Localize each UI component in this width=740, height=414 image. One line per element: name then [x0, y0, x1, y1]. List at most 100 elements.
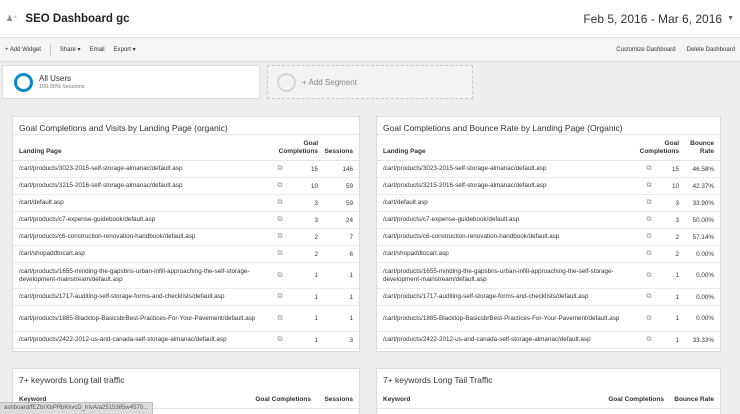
goal-completions-value: 1 — [675, 272, 679, 279]
column-header-sessions[interactable]: Sessions — [318, 148, 353, 156]
table-row: /cart/products/3023-2015-self-storage-al… — [13, 161, 359, 178]
external-link-icon[interactable]: ⧉ — [639, 182, 659, 190]
delete-dashboard-button[interactable]: Delete Dashboard — [687, 47, 735, 53]
date-range-picker[interactable]: Feb 5, 2016 - Mar 6, 2016 ▼ — [583, 12, 734, 26]
external-link-icon[interactable]: ⧉ — [270, 182, 290, 190]
date-range-label: Feb 5, 2016 - Mar 6, 2016 — [583, 11, 723, 26]
landing-page-link[interactable]: /cart/products/c7-expense-guidebook/defa… — [383, 216, 639, 224]
column-header-goal-completions[interactable]: Goal Completions — [639, 140, 679, 156]
dashboard-title: SEO Dashboard gc — [25, 12, 130, 25]
sessions-value: 24 — [345, 216, 353, 224]
landing-page-link[interactable]: /cart/products/1717-auditing-self-storag… — [19, 293, 270, 301]
segment-all-users[interactable]: All Users 100.00% Sessions — [2, 65, 260, 99]
column-header-bounce-rate[interactable]: Bounce Rate — [664, 396, 714, 404]
external-link-icon[interactable]: ⧉ — [270, 233, 290, 241]
column-header-goal-completions[interactable]: Goal Completions — [268, 140, 318, 156]
goal-completions-value: 2 — [314, 250, 318, 258]
table-header: Keyword Goal Completions Bounce Rate — [377, 387, 720, 409]
external-link-icon[interactable]: ⧉ — [639, 250, 659, 258]
landing-page-link[interactable]: /cart/products/2422-2012-us-and-canada-s… — [19, 336, 270, 344]
external-link-icon[interactable]: ⧉ — [270, 199, 290, 207]
rate-value: 0.00% — [696, 293, 714, 301]
landing-page-link[interactable]: /cart/products/3215-2016-self-storage-al… — [383, 182, 639, 190]
table-row: /cart/products/c6-construction-renovatio… — [377, 229, 720, 246]
email-button[interactable]: Email — [90, 47, 105, 53]
export-button[interactable]: Export ▾ — [114, 46, 136, 53]
table-row: /cart/products/2422-2012-us-and-canada-s… — [377, 332, 720, 349]
landing-page-link[interactable]: /cart/products/3215-2016-self-storage-al… — [19, 182, 270, 190]
rate-value: 0.00% — [696, 272, 714, 279]
table-row: /cart/products/3215-2016-self-storage-al… — [377, 178, 720, 195]
sessions-value: 146 — [342, 165, 353, 173]
external-link-icon[interactable]: ⧉ — [639, 165, 659, 173]
landing-page-link[interactable]: /cart/products/c7-expense-guidebook/defa… — [19, 216, 270, 224]
widget-title: Goal Completions and Bounce Rate by Land… — [377, 117, 720, 135]
external-link-icon[interactable]: ⧉ — [639, 199, 659, 207]
landing-page-link[interactable]: /cart/default.asp — [19, 199, 270, 207]
external-link-icon[interactable]: ⧉ — [639, 315, 659, 323]
dashboard-header: ♟⁺ SEO Dashboard gc Feb 5, 2016 - Mar 6,… — [0, 0, 740, 38]
landing-page-link[interactable]: /cart/default.asp — [383, 199, 639, 207]
column-header-goal-completions[interactable]: Goal Completions — [236, 396, 311, 404]
landing-page-link[interactable]: /cart/products/3023-2015-self-storage-al… — [19, 165, 270, 173]
goal-completions-value: 1 — [675, 293, 679, 301]
table-row: /cart/default.asp ⧉ 3 59 — [13, 195, 359, 212]
column-header-keyword[interactable]: Keyword — [383, 396, 586, 404]
landing-page-link[interactable]: /cart/products/1717-auditing-self-storag… — [383, 293, 639, 301]
goal-completions-value: 15 — [671, 165, 679, 173]
sessions-value: 1 — [349, 315, 353, 322]
column-header-goal-completions[interactable]: Goal Completions — [586, 396, 664, 404]
landing-page-link[interactable]: /cart/shopaddtocart.asp — [19, 250, 270, 258]
landing-page-link[interactable]: /cart/products/2422-2012-us-and-canada-s… — [383, 336, 639, 344]
external-link-icon[interactable]: ⧉ — [270, 272, 290, 280]
external-link-icon[interactable]: ⧉ — [270, 250, 290, 258]
goal-completions-value: 2 — [675, 233, 679, 241]
goal-completions-value: 2 — [675, 250, 679, 258]
external-link-icon[interactable]: ⧉ — [639, 233, 659, 241]
rate-value: 50.00% — [692, 216, 714, 224]
landing-page-link[interactable]: /cart/shopaddtocart.asp — [383, 250, 639, 258]
column-header-bounce-rate[interactable]: Bounce Rate — [679, 140, 714, 156]
landing-page-link[interactable]: /cart/products/c6-construction-renovatio… — [383, 233, 639, 241]
segment-ring-icon — [14, 72, 33, 92]
external-link-icon[interactable]: ⧉ — [639, 216, 659, 224]
table-row: /cart/products/c6-construction-renovatio… — [13, 229, 359, 246]
rate-value: 0.00% — [696, 315, 714, 322]
external-link-icon[interactable]: ⧉ — [639, 272, 659, 280]
landing-page-link[interactable]: /cart/products/c6-construction-renovatio… — [19, 233, 270, 241]
goal-completions-value: 1 — [675, 336, 679, 344]
add-segment-button[interactable]: + Add Segment — [267, 65, 473, 99]
table-row: /cart/default.asp ⧉ 3 33.90% — [377, 195, 720, 212]
goal-completions-value: 10 — [310, 182, 318, 190]
widget-visits-by-landing-page: Goal Completions and Visits by Landing P… — [12, 116, 360, 352]
external-link-icon[interactable]: ⧉ — [639, 293, 659, 301]
segment-name: All Users — [39, 74, 72, 83]
landing-page-link[interactable]: /cart/products/1655-minding-the-gapsbris… — [19, 268, 270, 284]
goal-completions-value: 1 — [675, 315, 679, 322]
table-row: /cart/products/1655-minding-the-gapsbris… — [13, 263, 359, 289]
column-header-landing-page[interactable]: Landing Page — [383, 148, 639, 156]
rate-value: 42.37% — [692, 182, 714, 190]
chevron-down-icon: ▼ — [727, 15, 734, 22]
column-header-landing-page[interactable]: Landing Page — [19, 148, 268, 156]
add-widget-button[interactable]: + Add Widget — [5, 47, 41, 53]
table-header: Landing Page Goal Completions Bounce Rat… — [377, 135, 720, 161]
external-link-icon[interactable]: ⧉ — [270, 336, 290, 344]
table-row: /cart/products/1885-Blacktop-BasicsbrBes… — [377, 306, 720, 332]
column-header-sessions[interactable]: Sessions — [311, 396, 353, 404]
landing-page-link[interactable]: /cart/products/1885-Blacktop-BasicsbrBes… — [19, 315, 270, 323]
customize-dashboard-button[interactable]: Customize Dashboard — [616, 47, 675, 53]
external-link-icon[interactable]: ⧉ — [639, 336, 659, 344]
share-button[interactable]: Share ▾ — [60, 46, 81, 53]
landing-page-link[interactable]: /cart/products/1655-minding-the-gapsbris… — [383, 268, 639, 284]
landing-page-link[interactable]: /cart/products/1885-Blacktop-BasicsbrBes… — [383, 315, 639, 323]
external-link-icon[interactable]: ⧉ — [270, 216, 290, 224]
rate-value: 33.33% — [692, 336, 714, 344]
external-link-icon[interactable]: ⧉ — [270, 293, 290, 301]
sessions-value: 59 — [345, 182, 353, 190]
landing-page-link[interactable]: /cart/products/3023-2015-self-storage-al… — [383, 165, 639, 173]
widget-title: 7+ keywords Long Tail Traffic — [383, 375, 493, 385]
external-link-icon[interactable]: ⧉ — [270, 165, 290, 173]
external-link-icon[interactable]: ⧉ — [270, 315, 290, 323]
goal-completions-value: 3 — [314, 216, 318, 224]
